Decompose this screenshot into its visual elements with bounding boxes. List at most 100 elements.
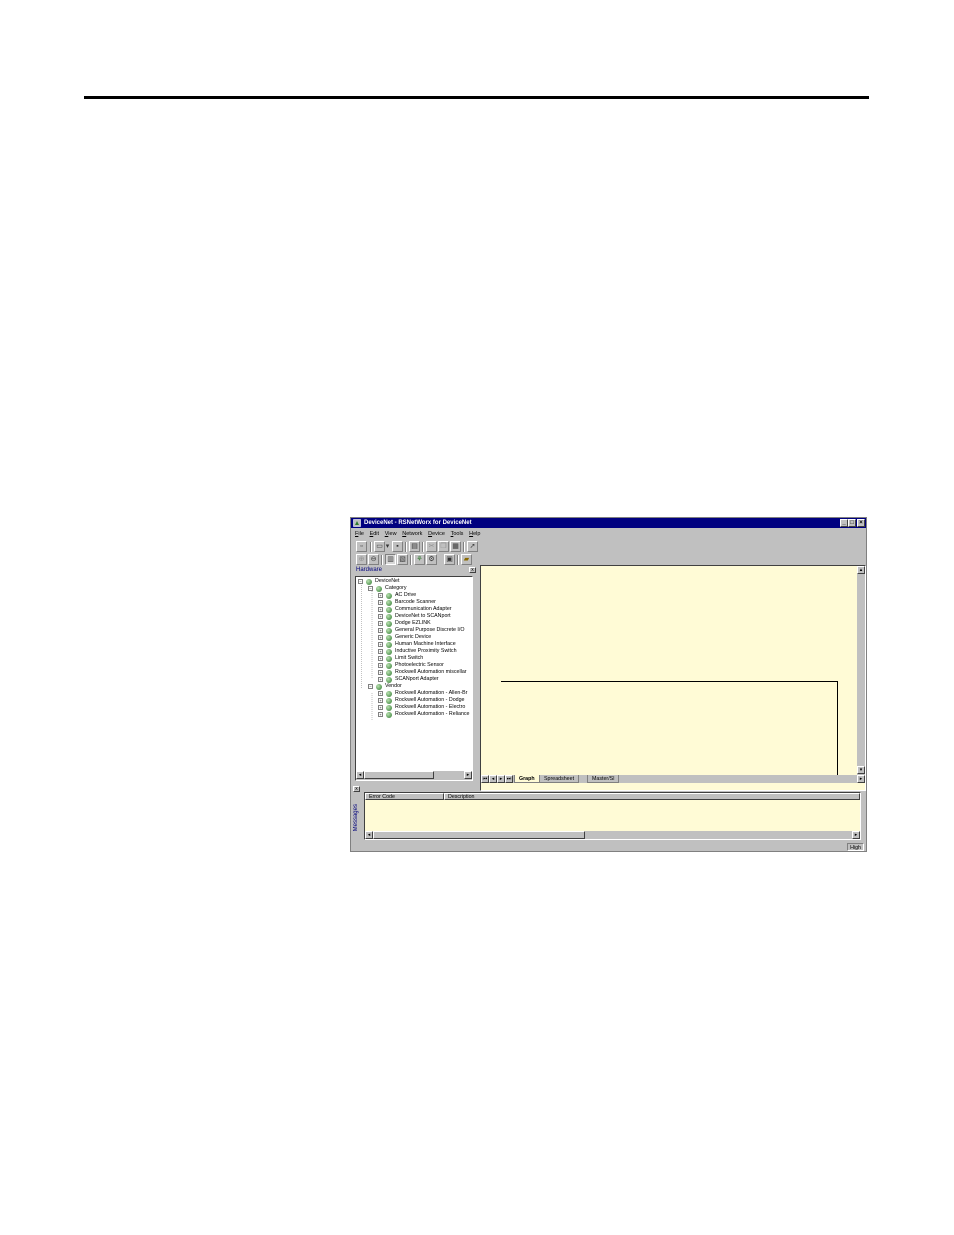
expand-icon[interactable]: + [378,635,383,640]
tree-node-vendor-item[interactable]: + Rockwell Automation - Allen-Br [378,690,467,697]
scroll-left-icon[interactable]: ◂ [356,771,364,779]
tab-prev-icon[interactable]: ◂ [489,775,497,783]
scroll-right-icon[interactable]: ▸ [852,831,860,839]
tree-node-category[interactable]: − Category [368,585,407,592]
scroll-left-icon[interactable]: ◂ [365,831,373,839]
menu-file[interactable]: File [355,529,364,539]
tree-view-icon[interactable]: ▧ [397,554,408,565]
minimize-button[interactable]: _ [840,519,848,527]
zoom-in-icon[interactable]: ⊕ [356,554,367,565]
scroll-up-icon[interactable]: ▴ [857,566,865,574]
tree-node-category-item[interactable]: + Rockwell Automation miscellar [378,669,467,676]
device-icon [386,676,392,683]
expand-icon[interactable]: + [378,593,383,598]
maximize-button[interactable]: □ [848,519,856,527]
collapse-icon[interactable]: − [358,579,363,584]
upload-icon[interactable]: ▰ [461,554,472,565]
network-drop-line [837,681,838,775]
tree-node-category-item[interactable]: + Human Machine Interface [378,641,456,648]
tree-node-category-item[interactable]: + Limit Switch [378,655,423,662]
menu-edit[interactable]: Edit [370,529,379,539]
expand-icon[interactable]: + [378,600,383,605]
cut-icon[interactable]: ✂ [426,541,437,552]
page-top-rule [84,96,869,99]
messages-close-button[interactable]: x [353,786,360,792]
tree-node-vendor-item[interactable]: + Rockwell Automation - Dodge [378,697,464,704]
tree-node-vendor-item[interactable]: + Rockwell Automation - Electro [378,704,465,711]
tab-graph[interactable]: Graph [514,775,540,783]
expand-icon[interactable]: + [378,628,383,633]
menu-network[interactable]: Network [402,529,422,539]
tree-node-category-item[interactable]: + Generic Device [378,634,431,641]
scroll-down-icon[interactable]: ▾ [857,766,865,774]
menu-bar: File Edit View Network Device Tools Help [351,529,866,539]
expand-icon[interactable]: + [378,607,383,612]
hardware-panel-close-button[interactable]: x [469,567,476,573]
collapse-icon[interactable]: − [368,684,373,689]
copy-icon[interactable]: ❐ [438,541,449,552]
column-header-error-code[interactable]: Error Code [365,793,444,800]
close-button[interactable]: × [857,519,865,527]
scroll-thumb[interactable] [364,771,434,779]
menu-tools[interactable]: Tools [451,529,464,539]
collapse-icon[interactable]: − [368,586,373,591]
menu-help[interactable]: Help [469,529,480,539]
view-tab-strip: ⏮ ◂ ▸ ⏭ Graph Spreadsheet Master/Sl ▸ [481,775,865,783]
expand-icon[interactable]: + [378,663,383,668]
tree-node-category-item[interactable]: + SCANport Adapter [378,676,439,683]
title-bar[interactable]: DeviceNet - RSNetWorx for DeviceNet _ □ … [351,518,866,528]
network-graph-view[interactable]: ▴ ▾ ⏮ ◂ ▸ ⏭ Graph Spreadsheet Master/Sl … [480,565,866,791]
expand-icon[interactable]: + [378,614,383,619]
tree-node-category-item[interactable]: + DeviceNet to SCANport [378,613,451,620]
tab-next-icon[interactable]: ▸ [497,775,505,783]
tab-spreadsheet[interactable]: Spreadsheet [539,775,580,783]
scroll-right-icon[interactable]: ▸ [857,775,865,783]
new-file-icon[interactable]: ▫ [356,541,367,552]
scroll-right-icon[interactable]: ▸ [464,771,472,779]
tree-node-vendor-item[interactable]: + Rockwell Automation - Reliance [378,711,470,718]
expand-icon[interactable]: + [378,642,383,647]
folder-icon [376,683,382,690]
tree-horizontal-scrollbar[interactable]: ◂ ▸ [356,771,472,780]
expand-icon[interactable]: + [378,621,383,626]
tab-master-slave[interactable]: Master/Sl [587,775,620,783]
dropdown-arrow-icon[interactable]: ▾ [384,541,391,552]
expand-icon[interactable]: + [378,677,383,682]
expand-icon[interactable]: + [378,712,383,717]
paste-icon[interactable]: ▦ [450,541,461,552]
scroll-thumb[interactable] [373,831,585,839]
expand-icon[interactable]: + [378,670,383,675]
zoom-out-icon[interactable]: ⊖ [368,554,379,565]
expand-icon[interactable]: + [378,698,383,703]
tab-first-icon[interactable]: ⏮ [481,775,489,783]
save-disk-icon[interactable]: ▪ [392,541,403,552]
tree-node-category-item[interactable]: + Communication Adapter [378,606,452,613]
online-icon[interactable]: ⚘ [414,554,425,565]
properties-icon[interactable]: ▣ [444,554,455,565]
tree-node-devicenet[interactable]: − DeviceNet [358,578,399,585]
menu-view[interactable]: View [385,529,397,539]
tree-node-category-item[interactable]: + Dodge EZLINK [378,620,431,627]
expand-icon[interactable]: + [378,656,383,661]
device-icon [386,697,392,704]
messages-horizontal-scrollbar[interactable]: ◂ ▸ [365,831,860,839]
tree-node-category-item[interactable]: + General Purpose Discrete I/O [378,627,464,634]
tab-last-icon[interactable]: ⏭ [505,775,513,783]
hardware-view-icon[interactable]: ▥ [385,554,396,565]
tree-node-category-item[interactable]: + AC Drive [378,592,416,599]
graph-vertical-scrollbar[interactable]: ▴ ▾ [857,566,865,782]
print-icon[interactable]: ▤ [409,541,420,552]
tree-node-category-item[interactable]: + Barcode Scanner [378,599,436,606]
device-icon [386,606,392,613]
tree-node-category-item[interactable]: + Inductive Proximity Switch [378,648,457,655]
toolbar-separator [410,555,412,565]
menu-device[interactable]: Device [428,529,445,539]
tree-node-vendor[interactable]: − Vendor [368,683,402,690]
browse-network-icon[interactable]: ⚙ [426,554,437,565]
tree-node-category-item[interactable]: + Photoelectric Sensor [378,662,444,669]
pointer-icon[interactable]: ➚ [467,541,478,552]
expand-icon[interactable]: + [378,691,383,696]
expand-icon[interactable]: + [378,705,383,710]
expand-icon[interactable]: + [378,649,383,654]
column-header-description[interactable]: Description [444,793,860,800]
